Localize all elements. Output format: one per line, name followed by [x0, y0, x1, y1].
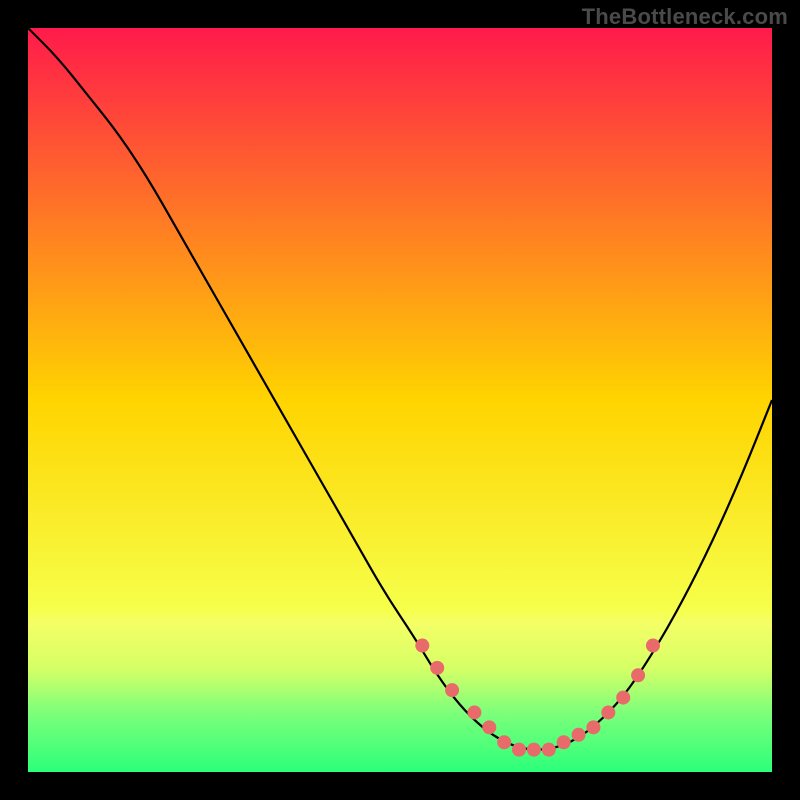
- marker-point: [557, 735, 571, 749]
- bottleneck-chart: [28, 28, 772, 772]
- gradient-background: [28, 28, 772, 772]
- marker-point: [527, 743, 541, 757]
- marker-point: [601, 705, 615, 719]
- marker-point: [616, 691, 630, 705]
- marker-point: [430, 661, 444, 675]
- marker-point: [572, 728, 586, 742]
- marker-point: [646, 639, 660, 653]
- marker-point: [512, 743, 526, 757]
- marker-point: [482, 720, 496, 734]
- marker-point: [415, 639, 429, 653]
- marker-point: [497, 735, 511, 749]
- marker-point: [631, 668, 645, 682]
- watermark-text: TheBottleneck.com: [582, 4, 788, 30]
- marker-point: [445, 683, 459, 697]
- chart-frame: [28, 28, 772, 772]
- marker-point: [586, 720, 600, 734]
- marker-point: [542, 743, 556, 757]
- marker-point: [467, 705, 481, 719]
